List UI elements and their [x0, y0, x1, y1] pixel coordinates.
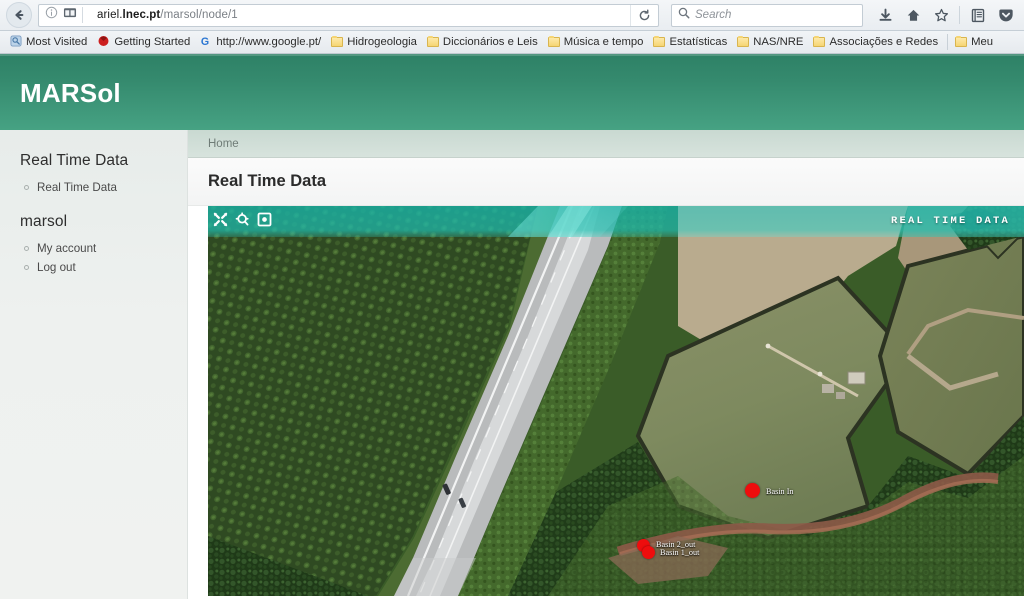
bullet-icon — [24, 265, 29, 270]
breadcrumb: Home — [188, 130, 1024, 158]
page-info-icon[interactable] — [45, 6, 58, 24]
sidebar: Real Time Data Real Time Data marsol My … — [0, 130, 188, 599]
sidebar-item-label: Real Time Data — [37, 181, 117, 194]
most-visited-icon — [10, 34, 22, 50]
sidebar-heading: Real Time Data — [20, 152, 129, 169]
bookmark-label: http://www.google.pt/ — [216, 36, 322, 48]
address-bar[interactable]: ariel.lnec.pt/marsol/node/1 — [38, 3, 659, 27]
getting-started-icon — [97, 35, 110, 50]
bookmark-star-icon[interactable] — [929, 3, 954, 28]
site-header: MARSol — [0, 54, 1024, 130]
folder-icon — [547, 36, 560, 47]
pocket-icon[interactable] — [993, 3, 1018, 28]
home-icon[interactable] — [901, 3, 926, 28]
svg-text:G: G — [201, 35, 209, 46]
page-title: Real Time Data — [208, 172, 326, 190]
page-columns: Real Time Data Real Time Data marsol My … — [0, 130, 1024, 599]
sidebar-block-user: marsol My account Log out — [0, 213, 187, 277]
sidebar-heading: marsol — [20, 213, 68, 230]
bookmark-nas-nre[interactable]: NAS/NRE — [733, 33, 809, 52]
browser-tool-icons — [873, 3, 1018, 28]
site-logo-title[interactable]: MARSol — [20, 78, 121, 109]
search-input-placeholder[interactable]: Search — [695, 9, 731, 21]
bookmark-label: Meu — [971, 36, 994, 48]
bookmark-getting-started[interactable]: Getting Started — [93, 33, 196, 52]
folder-icon — [653, 36, 666, 47]
folder-icon — [426, 36, 439, 47]
bookmark-label: Música e tempo — [563, 36, 644, 48]
aerial-map[interactable]: REAL TIME DATA Basin In Basin 2_out Basi… — [208, 206, 1024, 596]
marker-label-basin-1-out: Basin 1_out — [660, 548, 700, 557]
google-icon: G — [200, 35, 212, 50]
back-button[interactable] — [6, 2, 32, 28]
sidebar-item-real-time-data[interactable]: Real Time Data — [0, 178, 187, 197]
bookmark-google[interactable]: G http://www.google.pt/ — [196, 33, 327, 52]
sidebar-block-real-time-data: Real Time Data Real Time Data — [0, 152, 187, 197]
reload-button[interactable] — [630, 4, 658, 26]
search-magnifier-icon[interactable] — [234, 211, 251, 228]
bookmark-label: Getting Started — [114, 36, 191, 48]
bookmark-diccionarios-e-leis[interactable]: Diccionários e Leis — [423, 33, 544, 52]
toolbar-divider — [959, 6, 960, 24]
search-icon — [678, 6, 690, 24]
marker-basin-in[interactable] — [745, 483, 760, 498]
map-imagery — [208, 206, 1024, 596]
map-controls — [212, 211, 273, 228]
address-bar-url: ariel.lnec.pt/marsol/node/1 — [97, 9, 238, 21]
bookmark-label: Diccionários e Leis — [442, 36, 538, 48]
bookmark-label: Hidrogeologia — [347, 36, 417, 48]
center-point-icon[interactable] — [256, 211, 273, 228]
sidebar-item-my-account[interactable]: My account — [0, 239, 187, 258]
bullet-icon — [24, 246, 29, 251]
bookmark-label: Associações e Redes — [829, 36, 939, 48]
search-bar[interactable]: Search — [671, 3, 863, 27]
fullscreen-icon[interactable] — [212, 211, 229, 228]
bookmark-associacoes-e-redes[interactable]: Associações e Redes — [809, 33, 944, 52]
folder-icon — [331, 36, 344, 47]
folder-icon — [737, 36, 750, 47]
map-watermark: REAL TIME DATA — [890, 215, 1010, 227]
bookmark-most-visited[interactable]: Most Visited — [6, 33, 93, 52]
bookmark-label: NAS/NRE — [753, 36, 804, 48]
bookmark-hidrogeologia[interactable]: Hidrogeologia — [327, 33, 423, 52]
breadcrumb-item-home[interactable]: Home — [208, 138, 239, 150]
bookmarks-divider — [947, 34, 949, 50]
browser-chrome: ariel.lnec.pt/marsol/node/1 Search Most … — [0, 0, 1024, 54]
main-content: Home Real Time Data REAL TIME DATA Basin… — [188, 130, 1024, 599]
folder-icon — [813, 36, 826, 47]
bookmark-musica-e-tempo[interactable]: Música e tempo — [544, 33, 650, 52]
page-title-bar: Real Time Data — [188, 158, 1024, 206]
bookmark-estatisticas[interactable]: Estatísticas — [649, 33, 733, 52]
downloads-icon[interactable] — [873, 3, 898, 28]
folder-icon — [955, 36, 968, 47]
marker-label-basin-in: Basin In — [766, 487, 794, 496]
bookmarks-bar: Most Visited Getting Started G http://ww… — [0, 31, 1024, 54]
library-icon[interactable] — [965, 3, 990, 28]
reader-view-icon[interactable] — [63, 6, 77, 24]
bookmark-label: Estatísticas — [669, 36, 728, 48]
sidebar-item-log-out[interactable]: Log out — [0, 258, 187, 277]
address-bar-icons — [45, 6, 97, 24]
page-content: MARSol Real Time Data Real Time Data mar… — [0, 54, 1024, 599]
address-bar-divider — [82, 7, 83, 23]
bookmark-label: Most Visited — [26, 36, 88, 48]
sidebar-item-label: My account — [37, 242, 97, 255]
navigation-toolbar: ariel.lnec.pt/marsol/node/1 Search — [0, 0, 1024, 31]
sidebar-item-label: Log out — [37, 261, 76, 274]
bullet-icon — [24, 185, 29, 190]
marker-basin-1-out[interactable] — [642, 546, 655, 559]
bookmark-meu[interactable]: Meu — [951, 33, 999, 52]
